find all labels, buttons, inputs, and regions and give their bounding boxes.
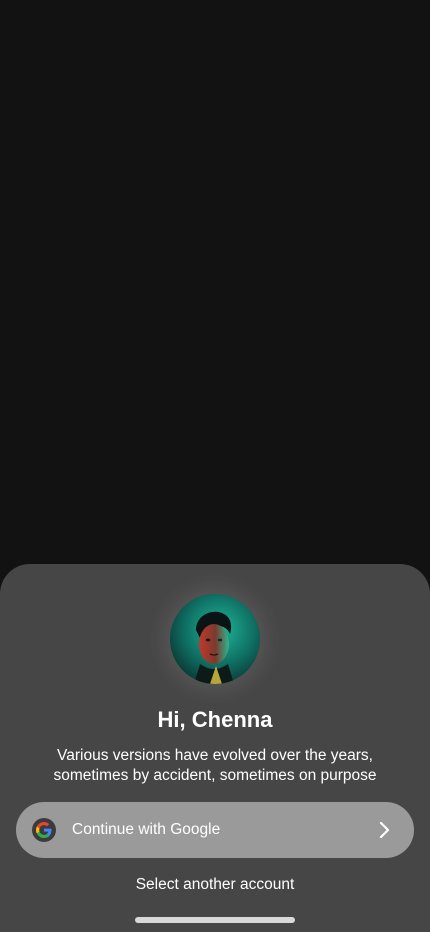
select-another-account-link[interactable]: Select another account: [0, 875, 430, 895]
greeting-subtitle: Various versions have evolved over the y…: [53, 747, 377, 784]
home-indicator: [135, 917, 295, 923]
greeting-title: Hi, Chenna: [157, 707, 273, 732]
account-bottom-sheet: Hi, Chenna Various versions have evolved…: [0, 564, 430, 932]
chevron-right-icon: [378, 821, 392, 839]
avatar: [170, 594, 260, 684]
screen: Hi, Chenna Various versions have evolved…: [0, 0, 430, 932]
continue-with-google-label: Continue with Google: [72, 821, 221, 838]
google-icon: [32, 818, 56, 842]
continue-with-google-button[interactable]: Continue with Google: [16, 802, 414, 858]
